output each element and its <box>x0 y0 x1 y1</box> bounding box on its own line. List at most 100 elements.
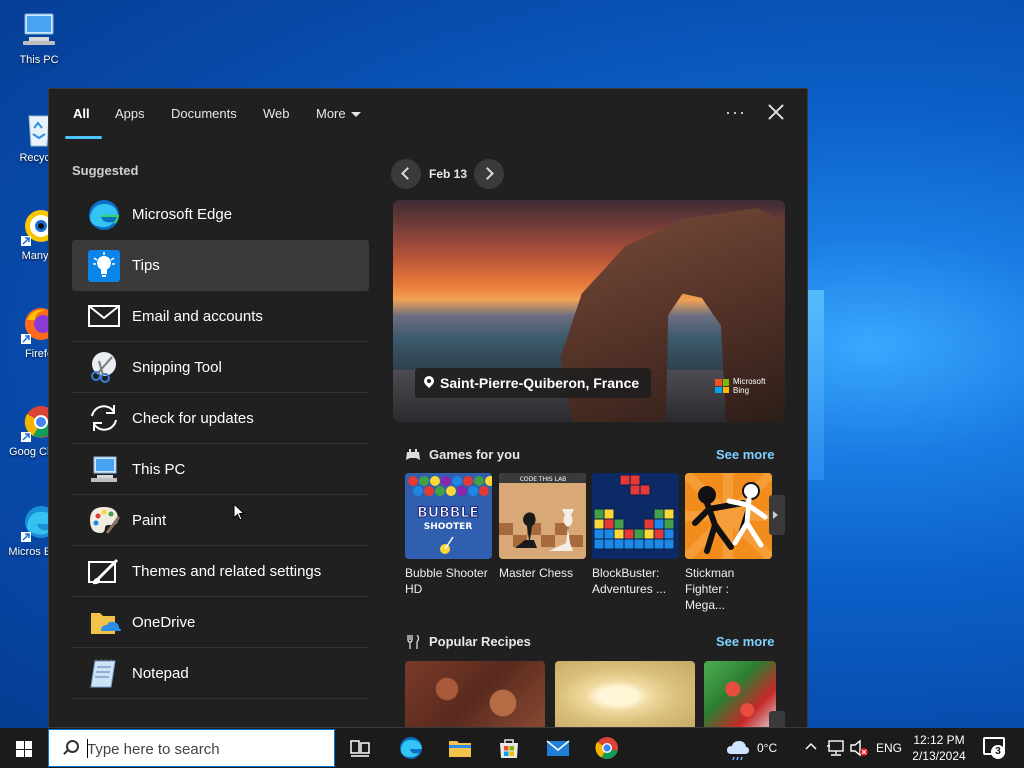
edge-icon[interactable] <box>399 736 423 760</box>
scissors-icon <box>87 350 121 384</box>
edge-icon <box>87 198 121 232</box>
tab-more-label: More <box>316 106 346 121</box>
recipe-card[interactable] <box>405 661 545 727</box>
suggested-item-tips[interactable]: Tips <box>72 240 369 291</box>
suggested-item-label: Notepad <box>132 664 189 682</box>
recipe-card[interactable] <box>555 661 695 727</box>
games-title: Games for you <box>429 447 521 462</box>
game-thumbnail: BUBBLE SHOOTER <box>405 473 492 559</box>
games-see-more-link[interactable]: See more <box>716 447 775 462</box>
game-thumbnail <box>685 473 772 559</box>
search-input[interactable] <box>87 739 327 759</box>
computer-icon <box>87 452 121 486</box>
fork-knife-icon <box>407 634 420 649</box>
svg-text:CODE THIS LAB: CODE THIS LAB <box>520 476 567 483</box>
notification-count-badge: 3 <box>991 745 1005 759</box>
game-name: Bubble Shooter HD <box>405 566 488 596</box>
mail-icon <box>87 299 121 333</box>
games-scroll-right-button[interactable] <box>769 495 785 535</box>
suggested-heading: Suggested <box>72 163 139 178</box>
suggested-item-label: Microsoft Edge <box>132 206 233 223</box>
tab-more[interactable]: More <box>316 106 361 121</box>
taskbar: 0°C ENG 12:12 PM 2/13/2024 3 <box>0 728 1024 768</box>
taskbar-search-box[interactable] <box>48 729 335 767</box>
clock[interactable]: 12:12 PM 2/13/2024 <box>900 732 978 764</box>
games-icon <box>406 448 420 460</box>
suggested-item-microsoft-edge[interactable]: Microsoft Edge <box>72 189 369 240</box>
suggested-item-snipping-tool[interactable]: Snipping Tool <box>72 342 369 393</box>
chevron-up-icon[interactable] <box>803 738 819 754</box>
sync-icon <box>87 401 121 435</box>
svg-text:BUBBLE: BUBBLE <box>417 505 479 521</box>
tab-documents[interactable]: Documents <box>171 106 237 121</box>
bing-brand-line1: Microsoft <box>733 377 766 386</box>
suggested-item-onedrive[interactable]: OneDrive <box>72 597 369 648</box>
date-label: Feb 13 <box>429 167 468 181</box>
search-panel: All Apps Documents Web More ··· Suggeste… <box>48 88 808 728</box>
clock-date: 2/13/2024 <box>912 749 966 763</box>
palette-icon <box>87 503 121 537</box>
text-caret <box>87 739 88 758</box>
game-name: Master Chess <box>499 566 574 580</box>
close-icon[interactable] <box>765 101 787 123</box>
recipes-scroll-right-button[interactable] <box>769 711 785 727</box>
search-icon <box>63 740 79 754</box>
suggested-item-label: This PC <box>132 460 186 478</box>
suggested-item-check-for-updates[interactable]: Check for updates <box>72 393 369 444</box>
previous-day-button[interactable] <box>391 159 421 189</box>
chevron-down-icon <box>350 112 361 118</box>
suggested-item-paint[interactable]: Paint <box>72 495 369 546</box>
recipes-see-more-link[interactable]: See more <box>716 634 775 649</box>
microsoft-bing-logo: Microsoft Bing <box>715 377 765 395</box>
input-language-indicator[interactable]: ENG <box>876 741 902 755</box>
more-options-icon[interactable]: ··· <box>725 102 746 123</box>
games-row: BUBBLE SHOOTER Bubble Shooter HD CODE TH… <box>405 473 785 613</box>
game-card[interactable]: BUBBLE SHOOTER Bubble Shooter HD <box>405 473 492 597</box>
game-card[interactable]: CODE THIS LAB Master Chess <box>499 473 586 581</box>
notepad-icon <box>87 656 121 690</box>
suggested-item-notepad[interactable]: Notepad <box>72 648 369 699</box>
bing-daily-image[interactable]: Saint-Pierre-Quiberon, France Microsoft … <box>393 200 785 422</box>
clock-time: 12:12 PM <box>913 733 965 747</box>
game-name: BlockBuster: Adventures ... <box>592 566 667 596</box>
microsoft-store-icon[interactable] <box>497 736 521 760</box>
file-explorer-icon[interactable] <box>448 736 472 760</box>
mail-icon[interactable] <box>546 736 570 760</box>
game-card[interactable]: BlockBuster: Adventures ... <box>592 473 679 597</box>
chrome-icon[interactable] <box>595 736 619 760</box>
weather-cloud-icon[interactable] <box>726 737 750 761</box>
suggested-item-label: Tips <box>132 257 160 274</box>
games-heading: Games for you <box>405 447 520 462</box>
desktop-icon-label: This PC <box>19 54 59 66</box>
weather-temperature[interactable]: 0°C <box>757 741 777 755</box>
recipe-card[interactable] <box>704 661 776 727</box>
suggested-item-email-and-accounts[interactable]: Email and accounts <box>72 291 369 342</box>
recipes-row <box>405 661 785 727</box>
location-label: Saint-Pierre-Quiberon, France <box>440 375 640 391</box>
notification-center-button[interactable]: 3 <box>983 737 1005 759</box>
tab-web[interactable]: Web <box>263 106 290 121</box>
svg-text:SHOOTER: SHOOTER <box>424 522 473 532</box>
suggested-item-themes[interactable]: Themes and related settings <box>72 546 369 597</box>
location-pin-icon <box>423 376 435 390</box>
start-button[interactable] <box>0 728 48 768</box>
location-pill[interactable]: Saint-Pierre-Quiberon, France <box>415 368 652 398</box>
lightbulb-icon <box>87 249 121 283</box>
wallpaper-logo-glow <box>808 290 824 480</box>
bing-brand-line2: Bing <box>733 386 750 395</box>
desktop-icon-this-pc[interactable]: This PC <box>6 10 72 67</box>
active-tab-indicator <box>65 136 102 139</box>
network-icon[interactable] <box>826 738 846 758</box>
task-view-icon[interactable] <box>348 736 372 760</box>
suggested-item-this-pc[interactable]: This PC <box>72 444 369 495</box>
windows-logo-icon <box>16 741 32 757</box>
game-thumbnail: CODE THIS LAB <box>499 473 586 559</box>
suggested-item-label: OneDrive <box>132 613 196 631</box>
next-day-button[interactable] <box>474 159 504 189</box>
mouse-pointer-icon <box>233 503 245 521</box>
tab-all[interactable]: All <box>73 106 90 121</box>
search-tabs: All Apps Documents Web More ··· <box>49 89 807 141</box>
volume-muted-icon[interactable] <box>849 738 869 758</box>
game-card[interactable]: Stickman Fighter : Mega... <box>685 473 772 613</box>
tab-apps[interactable]: Apps <box>115 106 145 121</box>
